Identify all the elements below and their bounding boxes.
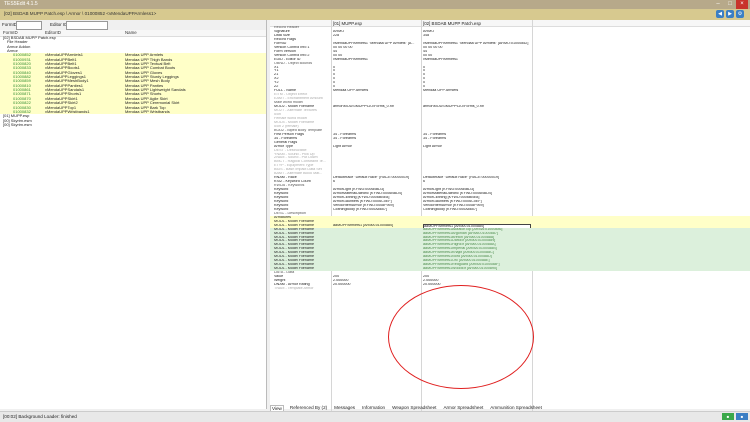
maximize-icon[interactable]: □ [724, 0, 736, 9]
record-row[interactable]: TNAM - Template Armor [270, 287, 750, 291]
record-header-mupp[interactable]: [01] MUPP.esp [333, 21, 362, 26]
status-bar: [00:02] Background Loader: finished ■ ■ [0, 411, 750, 422]
window-title: TES5Edit 4.1.5 [4, 1, 38, 7]
filter-bar: FormID Editor ID [0, 20, 266, 30]
title-bar: TES5Edit 4.1.5 – □ × [0, 0, 750, 9]
record-path-bar: [02] BSDAB MUPP Patch.esp \ Armor \ 0100… [0, 9, 750, 20]
back-icon[interactable]: ◀ [716, 10, 724, 18]
tab-messages[interactable]: Messages [333, 405, 356, 410]
toolbar: ◀ ▶ ⚙ [716, 10, 744, 18]
forward-icon[interactable]: ▶ [726, 10, 734, 18]
status-text: [00:02] Background Loader: finished [3, 414, 77, 419]
status-blue-icon[interactable]: ■ [736, 413, 748, 420]
tree-formid: [00] Skyrim.esm [3, 121, 32, 127]
record-field-label: TNAM - Template Armor [274, 286, 314, 290]
editorid-label: Editor ID [50, 22, 68, 27]
navigation-pane: FormID Editor ID FormID EditorID Name [0… [0, 20, 267, 409]
minimize-icon[interactable]: – [712, 0, 724, 9]
window-controls: – □ × [712, 0, 748, 9]
record-header-patch[interactable]: [02] BSDAB MUPP Patch.esp [423, 21, 481, 26]
tab-ammunition-spreadsheet[interactable]: Ammunition Spreadsheet [489, 405, 543, 410]
status-green-icon[interactable]: ■ [722, 413, 734, 420]
bottom-tabs: View Referenced By (2) Messages Information… [270, 404, 750, 411]
tab-view[interactable]: View [270, 404, 284, 411]
settings-icon[interactable]: ⚙ [736, 10, 744, 18]
formid-input[interactable] [16, 21, 42, 30]
nav-header-name[interactable]: Name [125, 30, 137, 35]
tree-row[interactable]: [00] Skyrim.esm [0, 121, 266, 127]
tab-weapon-spreadsheet[interactable]: Weapon Spreadsheet [391, 405, 437, 410]
tab-information[interactable]: Information [361, 405, 386, 410]
tab-armor-spreadsheet[interactable]: Armor Spreadsheet [442, 405, 484, 410]
close-icon[interactable]: × [736, 0, 748, 9]
record-path: [02] BSDAB MUPP Patch.esp \ Armor \ 0100… [4, 11, 157, 16]
tab-referenced-by-2[interactable]: Referenced By (2) [289, 405, 328, 410]
formid-label: FormID [2, 22, 17, 27]
record-tree: [02] BSDAB MUPP Patch.esp File Header Armo… [0, 35, 266, 127]
record-rows: Record Header Signature ARMO ARMO Data Size 2… [270, 26, 750, 291]
editorid-input[interactable] [66, 21, 108, 30]
record-view: [01] MUPP.esp [02] BSDAB MUPP Patch.esp … [270, 20, 750, 412]
